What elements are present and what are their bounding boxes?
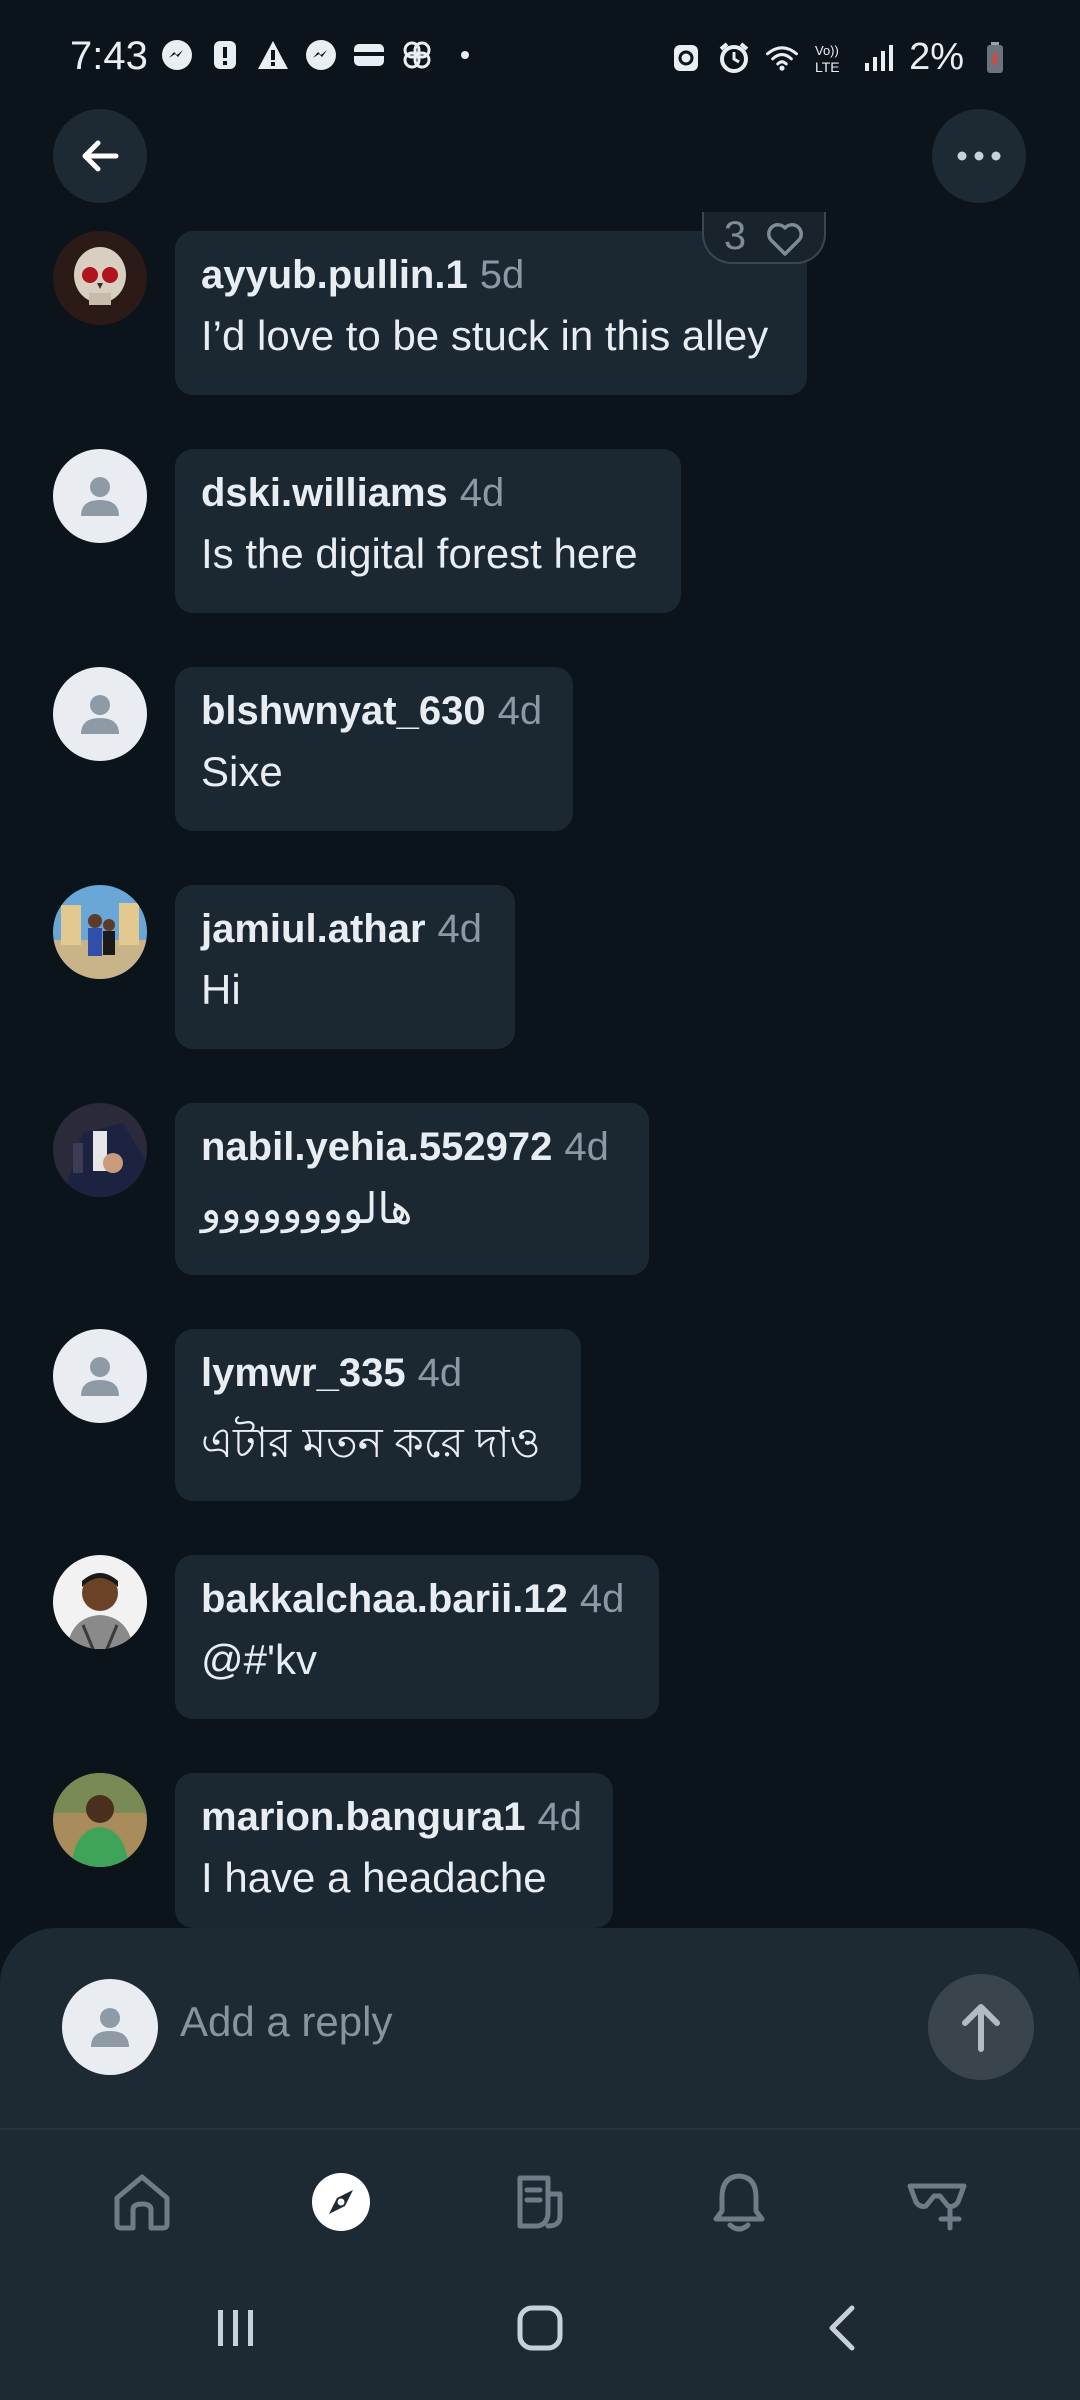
- comment-time: 5d: [479, 253, 525, 297]
- avatar[interactable]: [53, 1103, 147, 1197]
- comment-bubble[interactable]: lymwr_335 4d এটার মতন করে দাও: [175, 1329, 581, 1501]
- alert-icon: [208, 38, 242, 72]
- bottom-navigation: [0, 2128, 1080, 2260]
- user-photo-image: [53, 1773, 147, 1867]
- comment-text: Sixe: [201, 748, 283, 795]
- comment-text: هالوووووووو: [201, 1185, 413, 1232]
- avatar: [62, 1979, 158, 2075]
- comment-bubble[interactable]: nabil.yehia.552972 4d هالوووووووو: [175, 1103, 649, 1275]
- dot-icon: [448, 38, 482, 72]
- comment-bubble[interactable]: blshwnyat_630 4d Sixe: [175, 667, 573, 831]
- comment-time: 4d: [417, 1351, 463, 1395]
- heart-outline-icon: [767, 223, 804, 256]
- messenger-icon: [160, 38, 194, 72]
- send-button[interactable]: [928, 1974, 1034, 2080]
- comment-time: 4d: [537, 1795, 583, 1839]
- warning-icon: [256, 38, 290, 72]
- comment-username[interactable]: marion.bangura1: [201, 1795, 526, 1839]
- comment-text: I’d love to be stuck in this alley: [201, 312, 769, 359]
- chevron-left-icon: [829, 2305, 855, 2351]
- like-count: 3: [723, 214, 747, 258]
- comment-bubble[interactable]: bakkalchaa.barii.12 4d @#'kv: [175, 1555, 659, 1719]
- user-photo-image: [53, 885, 147, 979]
- pinwheel-icon: [400, 38, 434, 72]
- comment-text: Hi: [201, 966, 241, 1013]
- comment-time: 4d: [497, 689, 543, 733]
- default-avatar-icon: [81, 477, 119, 516]
- status-notification-icons: [160, 38, 482, 72]
- recycle-icon: [669, 41, 703, 75]
- avatar[interactable]: [53, 1773, 147, 1867]
- user-photo-image: [53, 1555, 147, 1649]
- comment-username[interactable]: nabil.yehia.552972: [201, 1125, 552, 1169]
- comment-time: 4d: [437, 907, 483, 951]
- feed-icon: [517, 2175, 563, 2229]
- more-horizontal-icon: [957, 151, 1001, 161]
- battery-icon: [978, 41, 1012, 75]
- comment-bubble[interactable]: marion.bangura1 4d I have a headache: [175, 1773, 613, 1928]
- avatar[interactable]: [53, 885, 147, 979]
- avatar[interactable]: [53, 231, 147, 325]
- status-bar: 7:43 Vo)) LTE 2%: [0, 0, 1080, 120]
- avatar[interactable]: [53, 1555, 147, 1649]
- comment-username[interactable]: bakkalchaa.barii.12: [201, 1577, 568, 1621]
- back-system-button[interactable]: [792, 2288, 892, 2368]
- recent-apps-icon: [218, 2310, 253, 2346]
- compass-icon: [312, 2173, 370, 2231]
- reply-input[interactable]: Add a reply: [180, 1998, 392, 2046]
- home-icon: [114, 2174, 170, 2231]
- arrow-up-icon: [962, 2004, 1000, 2052]
- nav-explore[interactable]: [291, 2152, 391, 2252]
- comment-text: এটার মতন করে দাও: [201, 1419, 541, 1466]
- alarm-icon: [717, 41, 751, 75]
- comment-time: 4d: [579, 1577, 625, 1621]
- comment-time: 4d: [564, 1125, 609, 1169]
- comment-bubble[interactable]: jamiul.athar 4d Hi: [175, 885, 515, 1049]
- svg-text:LTE: LTE: [815, 59, 840, 75]
- nav-glasses[interactable]: [888, 2152, 988, 2252]
- messenger-icon: [304, 38, 338, 72]
- comment-time: 4d: [459, 471, 505, 515]
- home-system-button[interactable]: [490, 2288, 590, 2368]
- volte-icon: Vo)) LTE: [813, 41, 847, 75]
- avatar[interactable]: [53, 667, 147, 761]
- comment-username[interactable]: jamiul.athar: [201, 907, 426, 951]
- nav-feed[interactable]: [490, 2152, 590, 2252]
- svg-text:Vo)): Vo)): [815, 43, 839, 58]
- avatar[interactable]: [53, 1329, 147, 1423]
- nav-notifications[interactable]: [689, 2152, 789, 2252]
- like-button[interactable]: 3: [702, 212, 826, 264]
- default-avatar-icon: [81, 695, 119, 734]
- comment-username[interactable]: ayyub.pullin.1: [201, 253, 468, 297]
- skull-avatar-image: [53, 231, 147, 325]
- back-button[interactable]: [53, 109, 147, 203]
- comment-text: @#'kv: [201, 1636, 318, 1683]
- comment-bubble[interactable]: dski.williams 4d Is the digital forest he…: [175, 449, 681, 613]
- user-photo-image: [53, 1103, 147, 1197]
- bell-icon: [713, 2173, 765, 2232]
- signal-icon: [861, 41, 895, 75]
- status-time: 7:43: [70, 34, 148, 78]
- wallet-icon: [352, 38, 386, 72]
- status-system-icons: Vo)) LTE 2%: [669, 36, 1012, 79]
- wifi-icon: [765, 41, 799, 75]
- arrow-left-icon: [82, 140, 119, 172]
- reply-bar: Add a reply: [0, 1928, 1080, 2128]
- comment-text: Is the digital forest here: [201, 530, 638, 577]
- default-avatar-icon: [91, 2008, 129, 2047]
- default-avatar-icon: [81, 1357, 119, 1396]
- battery-percent: 2%: [909, 36, 964, 78]
- comment-text: I have a headache: [201, 1854, 547, 1901]
- avatar[interactable]: [53, 449, 147, 543]
- comment-username[interactable]: blshwnyat_630: [201, 689, 486, 733]
- home-square-icon: [517, 2305, 563, 2351]
- comment-username[interactable]: dski.williams: [201, 471, 448, 515]
- recent-apps-button[interactable]: [186, 2288, 286, 2368]
- system-navigation-bar: [0, 2258, 1080, 2400]
- comment-username[interactable]: lymwr_335: [201, 1351, 406, 1395]
- glasses-plus-icon: [907, 2183, 967, 2231]
- more-options-button[interactable]: [932, 109, 1026, 203]
- nav-home[interactable]: [92, 2152, 192, 2252]
